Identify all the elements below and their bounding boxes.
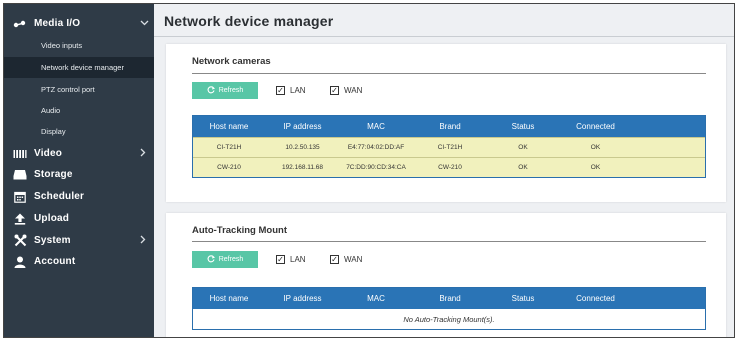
auto-tracking-table: Host name IP address MAC Brand Status Co… [192,287,706,330]
sidebar-item-media-io[interactable]: Media I/O [4,13,154,34]
sidebar-sub-label: Video inputs [41,41,83,50]
table-row[interactable]: CI-T21H 10.2.50.135 E4:77:04:02:DD:AF CI… [193,137,705,157]
network-cameras-panel: Network cameras Refresh ✓ LAN ✓ WAN Host… [166,44,726,202]
refresh-icon [207,85,215,96]
cell-ip-address: 192.168.11.68 [281,164,324,171]
cell-status: OK [518,164,528,171]
cell-brand: CW-210 [438,164,462,171]
table-header: Host name IP address MAC Brand Status Co… [193,116,705,137]
sidebar-item-video[interactable]: Video [4,143,154,164]
cell-brand: CI-T21H [437,144,463,151]
wan-label: WAN [344,255,363,264]
checkbox-checked-icon: ✓ [330,85,339,95]
refresh-button[interactable]: Refresh [192,251,258,268]
column-header[interactable]: Brand [412,116,488,137]
cell-mac: 7C:DD:90:CD:34:CA [346,164,406,171]
auto-tracking-panel: Auto-Tracking Mount Refresh ✓ LAN ✓ WAN … [166,213,726,337]
column-header[interactable]: MAC [340,116,412,137]
column-header[interactable]: IP address [265,288,340,309]
wan-label: WAN [344,86,363,95]
wan-checkbox[interactable]: ✓ WAN [330,255,362,264]
cell-connected: OK [590,144,601,151]
wan-checkbox[interactable]: ✓ WAN [330,86,362,95]
sidebar-sub-label: Audio [41,106,61,115]
column-header[interactable]: Connected [558,116,633,137]
column-header[interactable]: Status [488,116,558,137]
sidebar: Media I/O Video inputs Network device ma… [4,4,154,337]
column-header[interactable]: MAC [340,288,412,309]
storage-icon [13,168,27,182]
cell-host-name: CI-T21H [216,144,242,151]
title-divider [154,36,734,37]
column-header[interactable]: Brand [412,288,488,309]
media-io-icon [13,17,27,31]
cell-status: OK [518,144,528,151]
sidebar-item-label: Upload [34,213,70,224]
column-header[interactable]: IP address [265,116,340,137]
sidebar-sub-network-device-manager[interactable]: Network device manager [4,57,154,78]
panel-divider [192,73,706,74]
lan-label: LAN [290,255,306,264]
chevron-right-icon [140,148,146,160]
tools-icon [13,234,27,248]
sidebar-sub-label: Display [41,127,66,136]
main-content: Network device manager Network cameras R… [154,4,734,337]
user-icon [13,255,27,269]
checkbox-checked-icon: ✓ [276,85,285,95]
table-row[interactable]: CW-210 192.168.11.68 7C:DD:90:CD:34:CA C… [193,157,705,177]
refresh-button[interactable]: Refresh [192,82,258,99]
sidebar-item-upload[interactable]: Upload [4,208,154,229]
sidebar-item-label: Video [34,148,63,159]
sidebar-sub-audio[interactable]: Audio [4,100,154,121]
sidebar-item-label: Scheduler [34,191,85,202]
empty-table-message: No Auto-Tracking Mount(s). [193,309,705,329]
refresh-icon [207,254,215,265]
chevron-down-icon [140,18,149,29]
table-header: Host name IP address MAC Brand Status Co… [193,288,705,309]
sidebar-item-scheduler[interactable]: Scheduler [4,186,154,207]
network-cameras-table: Host name IP address MAC Brand Status Co… [192,115,706,178]
refresh-label: Refresh [218,87,244,94]
sidebar-item-label: Storage [34,169,73,180]
sidebar-item-system[interactable]: System [4,230,154,251]
panel-divider [192,241,706,242]
column-header[interactable]: Host name [193,116,265,137]
sidebar-item-label: Account [34,256,76,267]
cell-host-name: CW-210 [217,164,241,171]
sidebar-item-account[interactable]: Account [4,251,154,272]
calendar-icon [13,190,27,204]
sidebar-item-storage[interactable]: Storage [4,164,154,185]
cell-mac: E4:77:04:02:DD:AF [347,144,405,151]
app-window: Media I/O Video inputs Network device ma… [3,3,735,338]
lan-checkbox[interactable]: ✓ LAN [276,86,306,95]
sidebar-sub-label: Network device manager [41,63,124,72]
sidebar-sub-ptz-control-port[interactable]: PTZ control port [4,79,154,100]
column-header[interactable]: Status [488,288,558,309]
cell-connected: OK [590,164,601,171]
cell-ip-address: 10.2.50.135 [285,144,320,151]
refresh-label: Refresh [218,256,244,263]
chevron-right-icon [140,235,146,247]
sidebar-sub-label: PTZ control port [41,85,95,94]
upload-icon [13,212,27,226]
checkbox-checked-icon: ✓ [276,254,285,264]
column-header[interactable]: Connected [558,288,633,309]
video-icon [13,147,27,161]
page-title: Network device manager [164,13,334,29]
column-header[interactable]: Host name [193,288,265,309]
lan-checkbox[interactable]: ✓ LAN [276,255,306,264]
sidebar-sub-display[interactable]: Display [4,121,154,142]
panel-title: Auto-Tracking Mount [192,225,287,236]
sidebar-item-label: System [34,235,71,246]
lan-label: LAN [290,86,306,95]
checkbox-checked-icon: ✓ [330,254,339,264]
panel-title: Network cameras [192,56,271,67]
sidebar-item-label: Media I/O [34,18,81,29]
sidebar-sub-video-inputs[interactable]: Video inputs [4,35,154,56]
